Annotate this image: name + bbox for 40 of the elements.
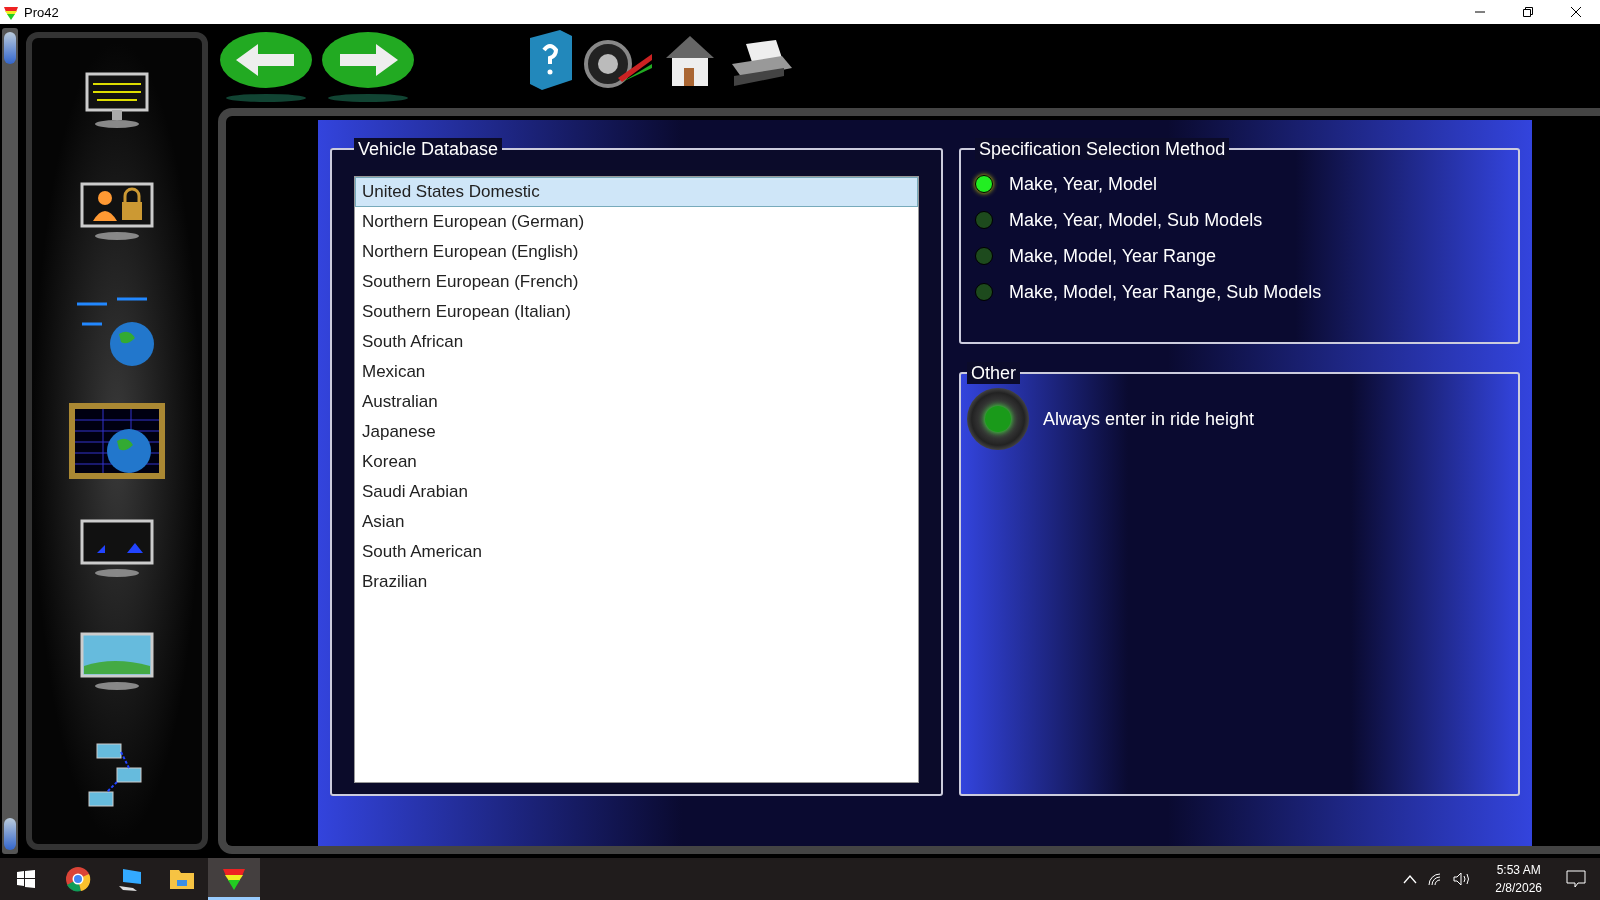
windows-logo-icon xyxy=(17,870,35,888)
scroll-up-button[interactable] xyxy=(4,32,16,64)
app-taskbar-button[interactable] xyxy=(208,858,260,900)
list-item[interactable]: Southern European (French) xyxy=(355,267,918,297)
group-title: Other xyxy=(967,362,1021,384)
option-label: Make, Year, Model, Sub Models xyxy=(1009,209,1263,231)
radio-button[interactable] xyxy=(975,211,993,229)
list-item[interactable]: Northern European (German) xyxy=(355,207,918,237)
notification-icon[interactable] xyxy=(1566,870,1586,888)
list-item[interactable]: Australian xyxy=(355,387,918,417)
close-icon xyxy=(1571,7,1581,17)
clock-time: 5:53 AM xyxy=(1496,862,1541,879)
chevron-up-icon[interactable] xyxy=(1403,874,1418,884)
list-item[interactable]: Asian xyxy=(355,507,918,537)
option-label: Make, Year, Model xyxy=(1009,173,1158,195)
scroll-down-button[interactable] xyxy=(4,818,16,850)
toggle-label: Always enter in ride height xyxy=(1043,408,1255,430)
list-item[interactable]: Southern European (Italian) xyxy=(355,297,918,327)
list-item[interactable]: Japanese xyxy=(355,417,918,447)
list-item[interactable]: South American xyxy=(355,537,918,567)
radio-button[interactable] xyxy=(975,247,993,265)
list-item[interactable]: Northern European (English) xyxy=(355,237,918,267)
list-item[interactable]: Mexican xyxy=(355,357,918,387)
speaker-icon[interactable] xyxy=(1453,872,1472,886)
clock[interactable]: 5:53 AM 2/8/2026 xyxy=(1495,861,1542,897)
list-item[interactable]: Brazilian xyxy=(355,567,918,597)
radio-button[interactable] xyxy=(975,283,993,301)
clock-date: 2/8/2026 xyxy=(1495,880,1542,897)
window-title: Pro42 xyxy=(24,4,59,20)
list-item[interactable]: Korean xyxy=(355,447,918,477)
list-item[interactable]: Saudi Arabian xyxy=(355,477,918,507)
radio-button[interactable] xyxy=(975,175,993,193)
scrollbar[interactable] xyxy=(2,28,18,854)
list-item[interactable]: South African xyxy=(355,327,918,357)
option-label: Make, Model, Year Range xyxy=(1009,245,1217,267)
option-label: Make, Model, Year Range, Sub Models xyxy=(1009,281,1322,303)
group-title: Specification Selection Method xyxy=(975,138,1230,160)
globe-table-icon[interactable] xyxy=(67,401,167,481)
list-item[interactable]: United States Domestic xyxy=(355,177,918,207)
restore-icon xyxy=(1523,7,1533,17)
